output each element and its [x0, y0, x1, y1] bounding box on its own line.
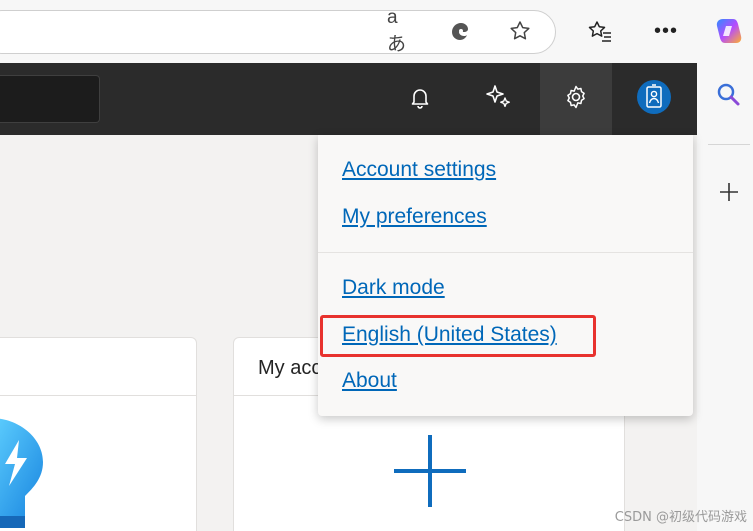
gear-icon — [563, 84, 589, 115]
edge-extension-icon[interactable] — [446, 17, 474, 45]
copilot-icon[interactable] — [713, 15, 745, 47]
browser-toolbar: aあ ••• — [0, 0, 753, 63]
about-link[interactable]: About — [342, 369, 397, 393]
notifications-button[interactable] — [384, 63, 456, 135]
account-avatar-button[interactable] — [618, 63, 690, 135]
my-preferences-link[interactable]: My preferences — [342, 205, 487, 229]
card-header — [0, 338, 196, 396]
header-search-input[interactable] — [0, 75, 100, 123]
sparkle-icon — [484, 83, 512, 116]
app-card-left[interactable] — [0, 337, 197, 531]
watermark: CSDN @初级代码游戏 — [614, 510, 747, 525]
account-settings-link[interactable]: Account settings — [342, 158, 496, 182]
favorites-icon[interactable] — [586, 17, 614, 45]
settings-menu: Account settings My preferences Dark mod… — [318, 135, 693, 416]
search-icon[interactable] — [713, 79, 745, 111]
copilot-sparkle-button[interactable] — [462, 63, 534, 135]
read-aloud-icon[interactable]: aあ — [387, 7, 415, 55]
menu-divider — [318, 252, 693, 253]
settings-button[interactable] — [540, 63, 612, 135]
add-icon[interactable] — [713, 176, 745, 208]
favorite-star-icon[interactable] — [506, 17, 534, 45]
dark-mode-link[interactable]: Dark mode — [342, 276, 445, 300]
add-icon[interactable] — [394, 435, 466, 512]
sidebar-divider — [708, 144, 750, 145]
card-title: My acc — [258, 357, 322, 379]
bell-icon — [408, 85, 432, 114]
avatar — [636, 79, 672, 120]
more-options-icon[interactable]: ••• — [652, 17, 680, 45]
lightbulb-icon — [0, 416, 43, 531]
app-header — [0, 63, 697, 135]
browser-sidebar — [697, 63, 753, 531]
language-link[interactable]: English (United States) — [342, 323, 557, 347]
